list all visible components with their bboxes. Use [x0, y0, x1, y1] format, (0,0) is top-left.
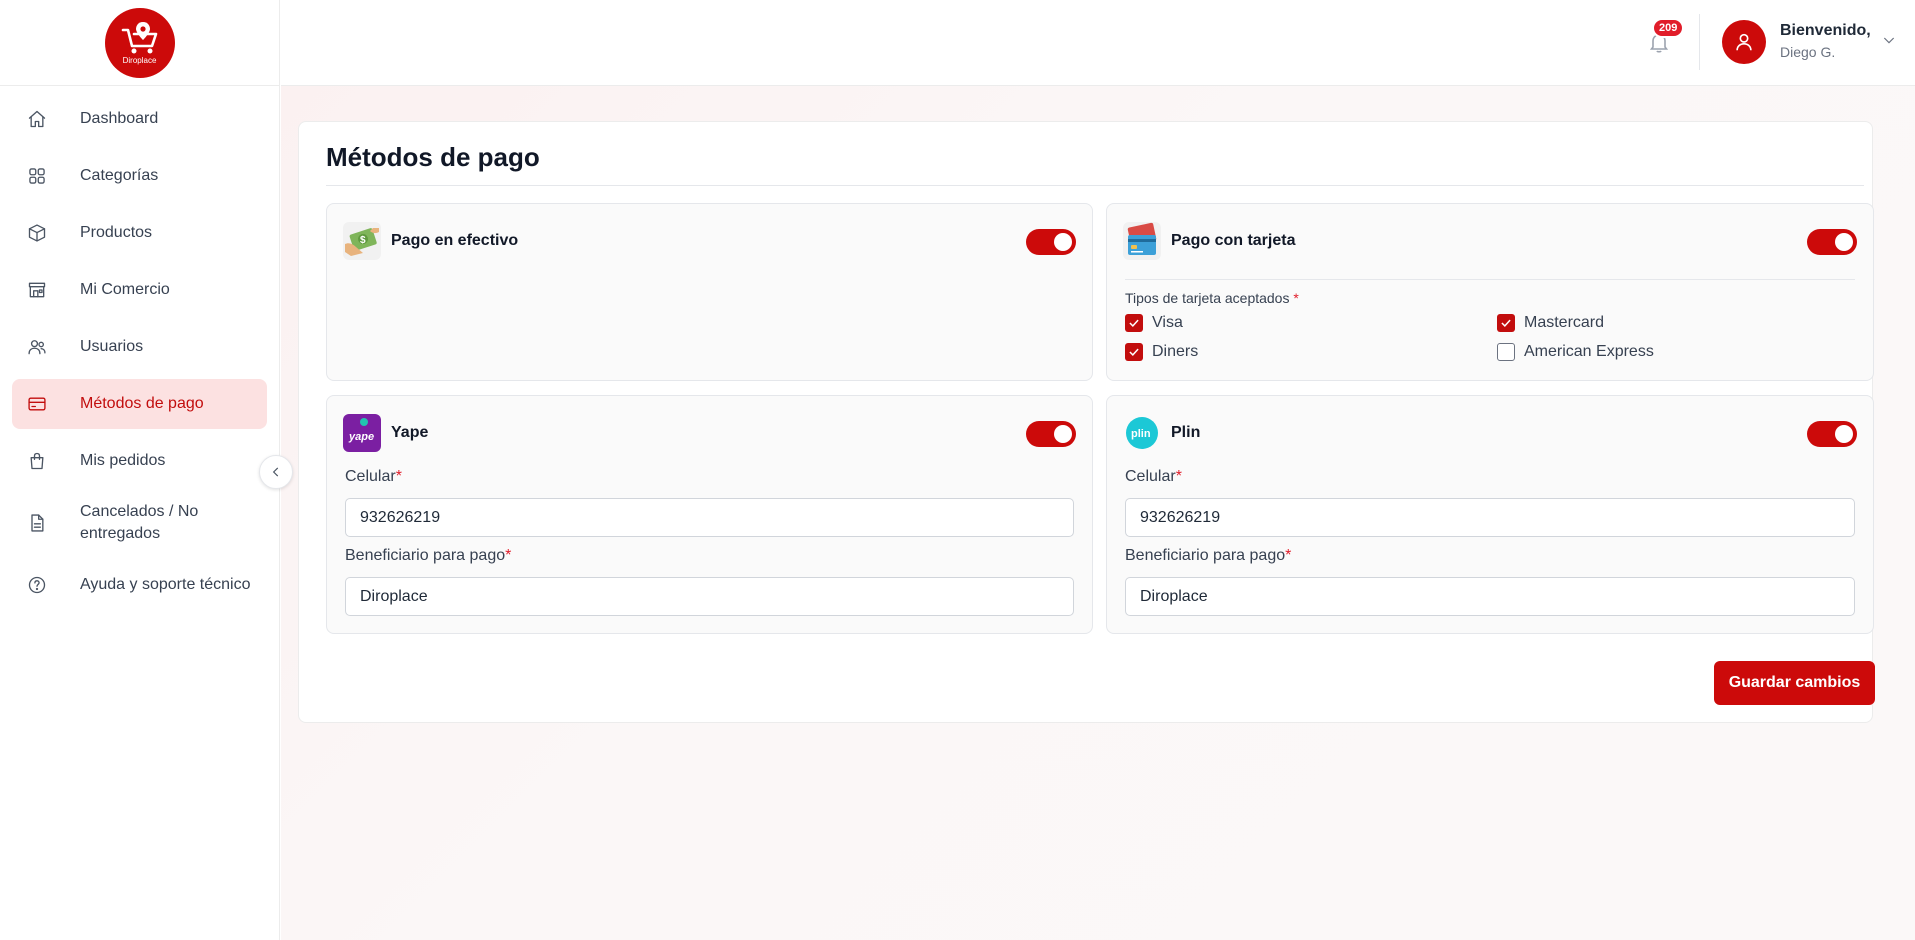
plin-beneficiary-input[interactable]	[1125, 577, 1855, 616]
plin-payment-panel: plin Plin Celular* Beneficiario para pag…	[1106, 395, 1874, 634]
credit-cards-icon	[1123, 222, 1161, 260]
yape-payment-panel: yape Yape Celular* Beneficiario para pag…	[326, 395, 1093, 634]
yape-beneficiary-input[interactable]	[345, 577, 1074, 616]
sidebar-item-label: Mi Comercio	[80, 281, 170, 298]
chevron-down-icon	[1883, 37, 1895, 44]
header-divider	[1699, 14, 1700, 70]
checkbox-checked-icon	[1497, 314, 1515, 332]
brand-name: Diroplace	[122, 56, 157, 65]
plin-phone-input[interactable]	[1125, 498, 1855, 537]
payment-methods-card: Métodos de pago $ Pago en efectivo Pago …	[298, 121, 1875, 723]
notifications-badge: 209	[1652, 18, 1685, 38]
plin-beneficiary-label: Beneficiario para pago*	[1125, 547, 1292, 564]
credit-card-icon	[26, 393, 48, 415]
card-payment-toggle[interactable]	[1807, 229, 1857, 255]
collapse-sidebar-button[interactable]	[259, 455, 293, 489]
grid-icon	[26, 165, 48, 187]
yape-payment-toggle[interactable]	[1026, 421, 1076, 447]
checkbox-unchecked-icon	[1497, 343, 1515, 361]
sidebar-item-mis-pedidos[interactable]: Mis pedidos	[12, 436, 267, 486]
plin-logo-icon: plin	[1123, 414, 1161, 452]
checkbox-checked-icon	[1125, 343, 1143, 361]
welcome-text: Bienvenido,	[1780, 22, 1871, 39]
brand-logo[interactable]: Diroplace	[104, 7, 175, 78]
sidebar-item-ayuda[interactable]: Ayuda y soporte técnico	[12, 560, 267, 610]
sidebar-item-metodos-de-pago[interactable]: Métodos de pago	[12, 379, 267, 429]
yape-beneficiary-label: Beneficiario para pago*	[345, 547, 512, 564]
page-title: Métodos de pago	[326, 142, 540, 172]
sidebar-item-label: Dashboard	[80, 110, 159, 127]
users-icon	[26, 336, 48, 358]
checkbox-checked-icon	[1125, 314, 1143, 332]
svg-text:$: $	[360, 235, 366, 246]
sidebar-item-usuarios[interactable]: Usuarios	[12, 322, 267, 372]
home-icon	[26, 108, 48, 130]
cart-pin-icon	[121, 22, 157, 54]
cash-payment-panel: $ Pago en efectivo	[326, 203, 1093, 381]
checkbox-mastercard[interactable]: Mastercard	[1497, 314, 1604, 332]
svg-text:yape: yape	[348, 431, 374, 443]
document-icon	[26, 512, 48, 534]
logo-area: Diroplace	[0, 0, 279, 86]
sidebar-nav: Dashboard Categorías Productos Mi Comerc…	[0, 86, 279, 610]
sidebar-item-label: Ayuda y soporte técnico	[80, 576, 251, 593]
avatar[interactable]	[1722, 20, 1766, 64]
save-changes-button[interactable]: Guardar cambios	[1714, 661, 1875, 705]
card-types-label: Tipos de tarjeta aceptados *	[1125, 290, 1299, 306]
sidebar-item-label: Categorías	[80, 167, 159, 184]
shopping-bag-icon	[26, 450, 48, 472]
sidebar-item-label: Usuarios	[80, 338, 144, 355]
card-divider	[1125, 279, 1855, 280]
yape-logo-icon: yape	[343, 414, 381, 452]
cash-payment-name: Pago en efectivo	[391, 232, 519, 249]
help-circle-icon	[26, 574, 48, 596]
sidebar-item-mi-comercio[interactable]: Mi Comercio	[12, 265, 267, 315]
user-menu-toggle[interactable]	[1881, 32, 1897, 53]
store-icon	[26, 279, 48, 301]
yape-phone-label: Celular*	[345, 468, 402, 485]
sidebar-item-label: Cancelados / No entregados	[80, 503, 199, 542]
title-divider	[326, 185, 1864, 186]
sidebar-item-dashboard[interactable]: Dashboard	[12, 94, 267, 144]
sidebar-item-categorias[interactable]: Categorías	[12, 151, 267, 201]
user-name: Diego G.	[1780, 44, 1836, 60]
yape-phone-input[interactable]	[345, 498, 1074, 537]
plin-payment-name: Plin	[1171, 424, 1201, 441]
sidebar-item-label: Métodos de pago	[80, 395, 204, 412]
main-content: Métodos de pago $ Pago en efectivo Pago …	[281, 86, 1915, 940]
card-payment-name: Pago con tarjeta	[1171, 232, 1296, 249]
sidebar-item-label: Mis pedidos	[80, 452, 166, 469]
user-icon	[1736, 33, 1752, 51]
sidebar-item-productos[interactable]: Productos	[12, 208, 267, 258]
checkbox-diners[interactable]: Diners	[1125, 343, 1198, 361]
checkbox-american-express[interactable]: American Express	[1497, 343, 1654, 361]
svg-text:plin: plin	[1131, 428, 1151, 440]
sidebar-item-cancelados[interactable]: Cancelados / No entregados	[12, 493, 267, 553]
cash-payment-toggle[interactable]	[1026, 229, 1076, 255]
box-icon	[26, 222, 48, 244]
sidebar-item-label: Productos	[80, 224, 153, 241]
cash-icon: $	[343, 222, 381, 260]
chevron-left-icon	[272, 467, 279, 477]
plin-phone-label: Celular*	[1125, 468, 1182, 485]
yape-payment-name: Yape	[391, 424, 429, 441]
top-header: 209 Bienvenido, Diego G.	[281, 0, 1915, 86]
plin-payment-toggle[interactable]	[1807, 421, 1857, 447]
sidebar: Diroplace Dashboard Categorías Productos…	[0, 0, 280, 940]
card-payment-panel: Pago con tarjeta Tipos de tarjeta acepta…	[1106, 203, 1874, 381]
checkbox-visa[interactable]: Visa	[1125, 314, 1183, 332]
